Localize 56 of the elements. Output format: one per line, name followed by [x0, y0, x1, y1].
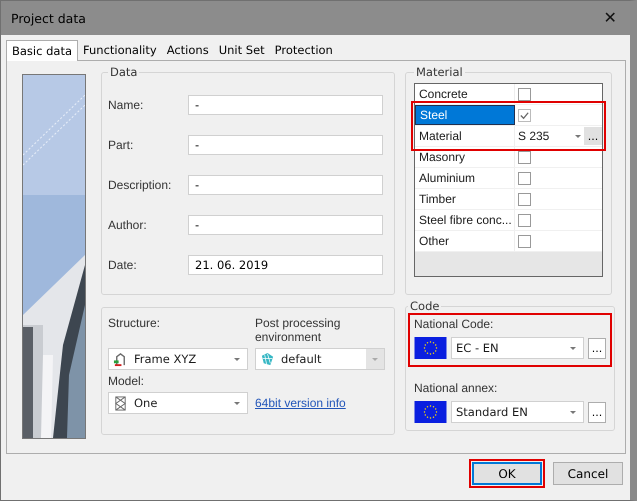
field-label: Author: [108, 218, 148, 232]
checkbox[interactable] [518, 108, 531, 122]
tab[interactable]: Actions [162, 41, 214, 60]
input-field[interactable]: - [188, 95, 383, 115]
version-link[interactable]: 64bit version info [255, 396, 385, 410]
structure-dropdown[interactable]: Frame XYZ [108, 348, 248, 370]
code-dropdown[interactable]: EC - EN [451, 337, 584, 359]
tab[interactable]: Basic data [6, 40, 78, 61]
model-dropdown[interactable]: One [108, 392, 248, 414]
input-field[interactable]: - [188, 215, 383, 235]
caret-icon [575, 134, 581, 138]
browse-button[interactable]: ... [588, 338, 606, 358]
caret-icon [570, 346, 576, 350]
input-field[interactable]: - [188, 175, 383, 195]
grid-cell: Material [415, 126, 515, 146]
field-label: Description: [108, 178, 172, 192]
field-label: Model: [108, 374, 146, 388]
checkbox[interactable] [518, 234, 531, 248]
group-title: Code [409, 299, 440, 313]
field-label: Date: [108, 258, 138, 272]
browse-button[interactable]: ... [584, 127, 602, 145]
field-label: Post processing environment [255, 316, 342, 344]
flag-icon [414, 401, 447, 423]
field-label: National Code: [414, 317, 494, 331]
field-label: Name: [108, 98, 144, 112]
grid-cell[interactable]: Steel [415, 105, 515, 125]
field-label: Structure: [108, 316, 162, 330]
input-field[interactable]: - [188, 135, 383, 155]
window-title: Project data [11, 10, 86, 26]
caret-icon [372, 358, 378, 360]
frame-icon [113, 352, 128, 366]
dialog-button[interactable]: OK [472, 462, 542, 485]
checkbox[interactable] [518, 150, 531, 164]
group-title: Data [109, 65, 138, 79]
close-button[interactable]: ✕ [590, 1, 630, 35]
code-dropdown[interactable]: Standard EN [451, 401, 584, 423]
browse-button[interactable]: ... [588, 402, 606, 422]
checkbox[interactable] [518, 192, 531, 206]
caret-icon [234, 358, 240, 360]
mesh-icon [260, 352, 275, 366]
tab[interactable]: Protection [270, 41, 338, 60]
field-label: National annex: [414, 381, 498, 395]
field-label: Part: [108, 138, 134, 152]
tab[interactable]: Functionality [78, 41, 162, 60]
dialog-button[interactable]: Cancel [553, 462, 623, 485]
caret-icon [234, 402, 240, 404]
checkbox[interactable] [518, 214, 531, 226]
checkbox[interactable] [518, 172, 531, 184]
input-field[interactable]: 21. 06. 2019 [188, 255, 383, 275]
tower-icon [113, 396, 128, 410]
caret-icon [570, 410, 576, 414]
flag-icon [414, 337, 447, 359]
checkbox[interactable] [518, 88, 531, 100]
tab[interactable]: Unit Set [214, 41, 270, 60]
group-title: Material [415, 65, 464, 79]
material-dropdown[interactable]: S 235 [518, 129, 584, 143]
